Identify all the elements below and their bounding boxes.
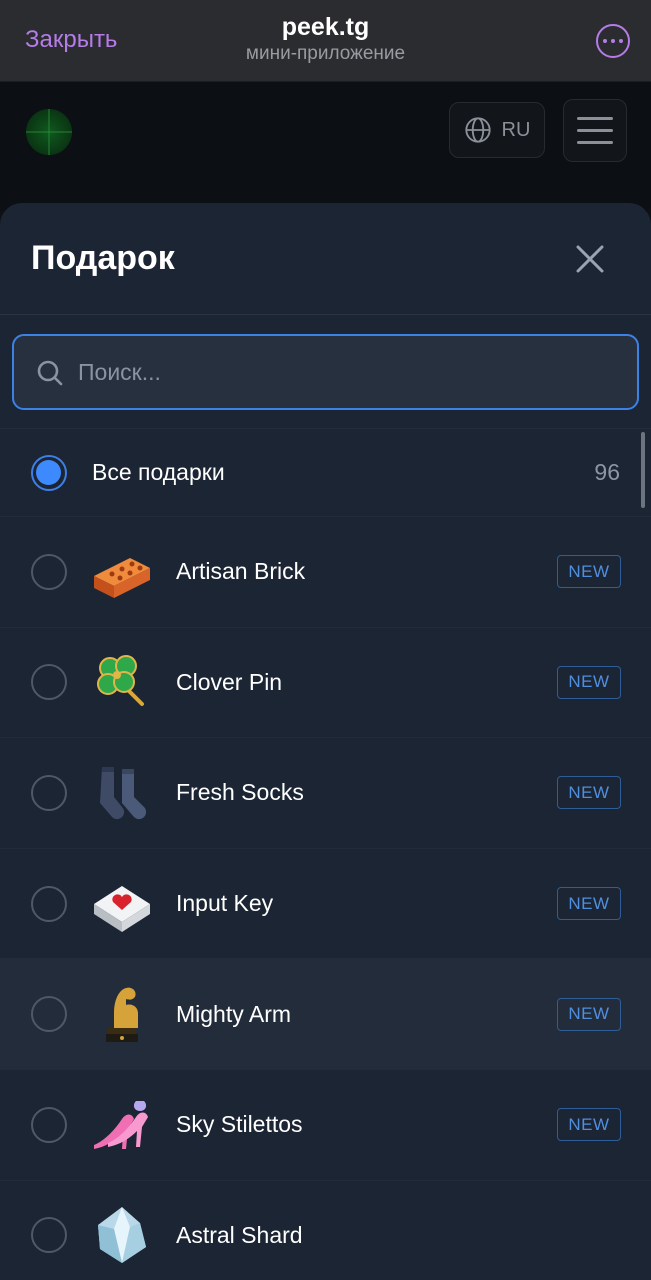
gift-list: Все подарки 96 Artisan Brick NEW Clover … (0, 429, 651, 1280)
list-item[interactable]: Input Key NEW (0, 849, 651, 960)
sheet-header: Подарок (0, 203, 651, 315)
list-item[interactable]: Fresh Socks NEW (0, 738, 651, 849)
more-horizontal-icon (603, 39, 607, 43)
gift-name: Clover Pin (176, 668, 283, 695)
all-gifts-count: 96 (594, 459, 620, 485)
telegram-top-bar: Закрыть peek.tg мини-приложение (0, 0, 651, 82)
hamburger-menu-button[interactable] (563, 99, 627, 162)
all-gifts-label: Все подарки (92, 459, 225, 485)
gift-name: Mighty Arm (176, 1000, 292, 1027)
gift-name: Sky Stilettos (176, 1111, 303, 1138)
mighty-arm-trophy-icon (106, 987, 138, 1043)
gift-name: Astral Shard (176, 1221, 303, 1248)
new-badge: NEW (557, 776, 621, 810)
gift-name: Fresh Socks (176, 779, 304, 806)
search-box[interactable] (12, 334, 639, 410)
radio-button[interactable] (31, 885, 67, 922)
gift-name: Input Key (176, 890, 274, 917)
list-item[interactable]: Artisan Brick NEW (0, 517, 651, 628)
new-badge: NEW (557, 887, 621, 921)
crystal-shard-icon (98, 1207, 146, 1264)
scrollbar[interactable] (641, 432, 645, 508)
search-icon (37, 360, 63, 386)
list-item[interactable]: Mighty Arm NEW (0, 959, 651, 1070)
language-button[interactable]: RU (449, 102, 545, 158)
mini-app-title-block: peek.tg мини-приложение (0, 12, 651, 66)
stiletto-icon (94, 1100, 148, 1149)
search-area (0, 315, 651, 429)
hamburger-menu-icon (577, 117, 613, 120)
radio-button[interactable] (31, 996, 67, 1033)
radio-button[interactable] (31, 553, 67, 590)
list-item[interactable]: Astral Shard (0, 1181, 651, 1280)
new-badge: NEW (557, 555, 621, 589)
language-label: RU (501, 118, 531, 141)
list-item[interactable]: Sky Stilettos NEW (0, 1070, 651, 1181)
radio-button[interactable] (31, 1217, 67, 1254)
heart-key-icon (94, 885, 150, 932)
radio-button[interactable] (31, 774, 67, 811)
clover-pin-icon (97, 655, 144, 707)
gift-filter-sheet: Подарок Все подарки 96 (0, 203, 651, 1280)
mini-app-title: peek.tg (281, 13, 370, 41)
search-input[interactable] (76, 336, 616, 408)
new-badge: NEW (557, 1108, 621, 1142)
sheet-title: Подарок (31, 239, 175, 277)
new-badge: NEW (557, 665, 621, 699)
globe-icon (464, 117, 491, 143)
socks-icon (100, 766, 147, 820)
new-badge: NEW (557, 997, 621, 1031)
gift-name: Artisan Brick (176, 558, 306, 585)
close-icon[interactable] (572, 241, 608, 277)
list-item-all-gifts[interactable]: Все подарки 96 (0, 429, 651, 517)
radio-button[interactable] (31, 664, 67, 701)
radar-icon[interactable] (26, 109, 72, 155)
radio-button[interactable] (31, 1106, 67, 1143)
mini-app-subtitle: мини-приложение (245, 43, 406, 64)
more-options-button[interactable] (596, 24, 630, 58)
list-item[interactable]: Clover Pin NEW (0, 628, 651, 739)
brick-icon (94, 557, 150, 598)
radio-button-selected[interactable] (31, 454, 67, 491)
app-header (0, 82, 651, 212)
